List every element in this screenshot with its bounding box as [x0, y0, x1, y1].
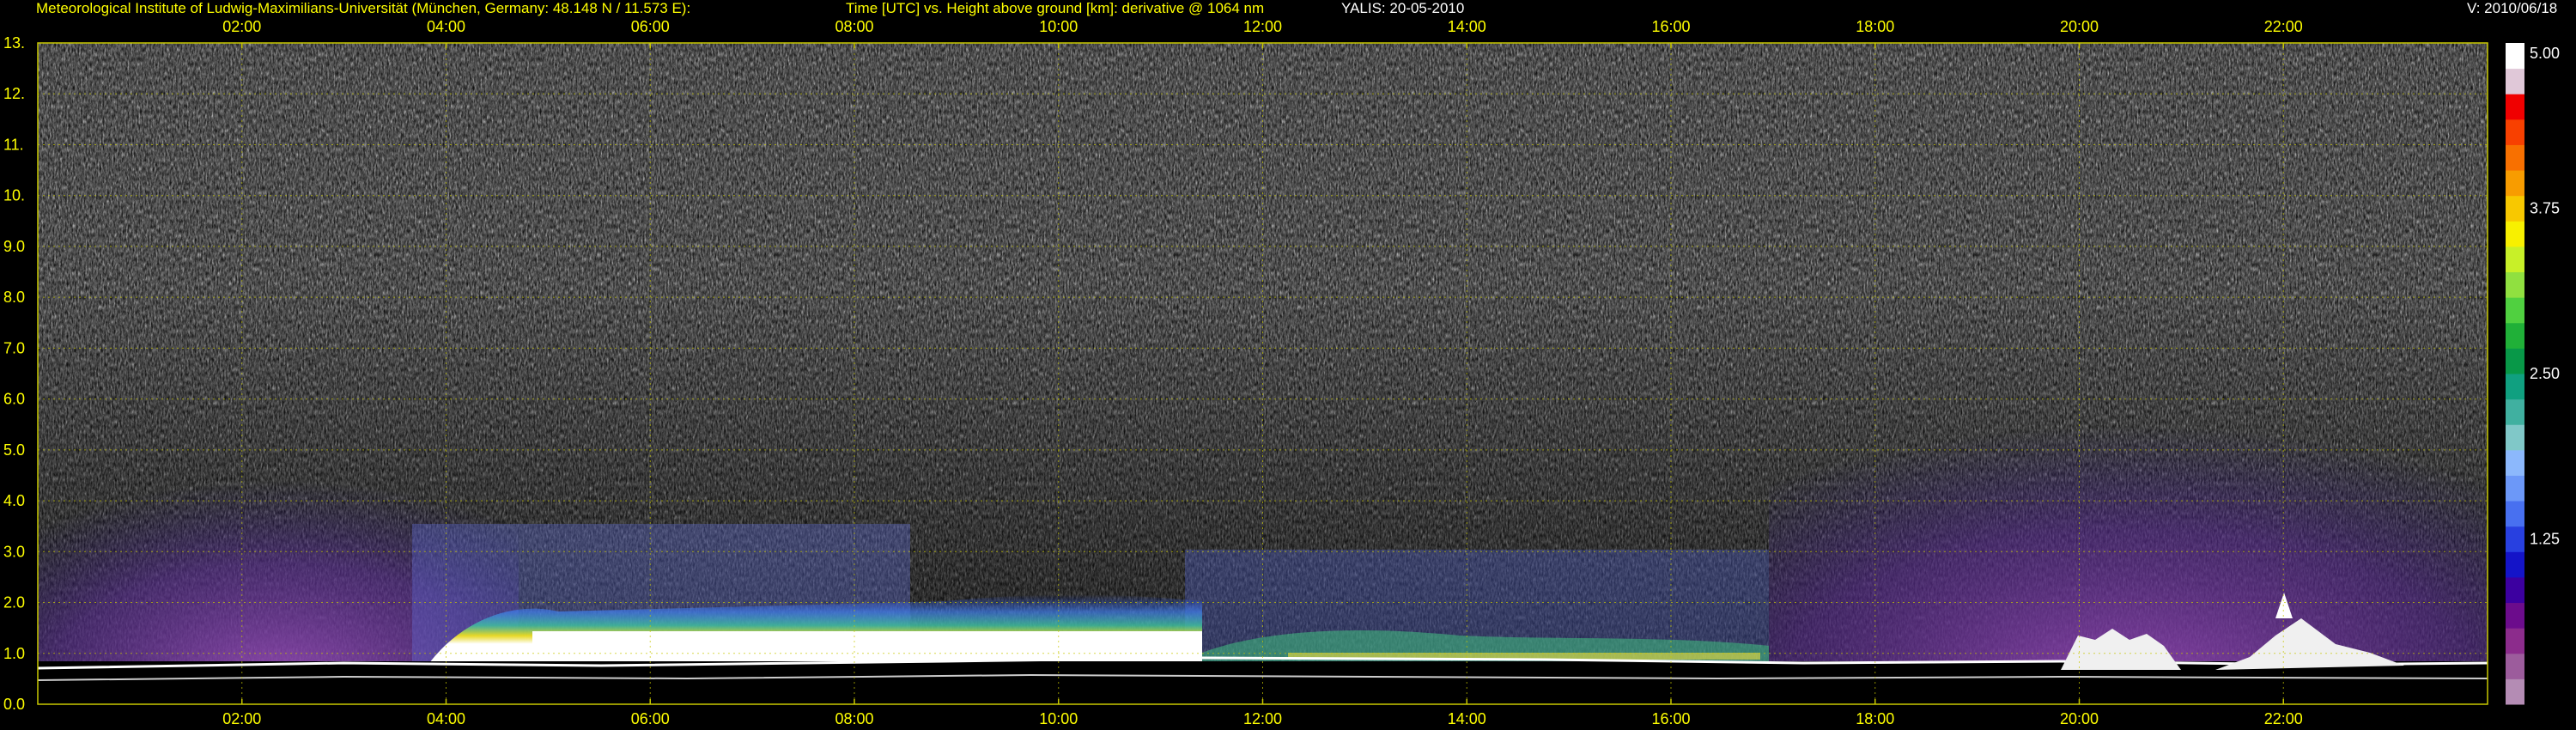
x-tick-label-bottom: 20:00 [2060, 710, 2099, 727]
colorbar-label: 3.75 [2530, 200, 2560, 217]
colorbar-cell [2506, 374, 2524, 400]
colorbar-label: 5.00 [2530, 45, 2560, 62]
y-axis: 0.0 1.0 2.0 3.0 4.0 5.0 6.0 7.0 8.0 9.0 10. 11. 12. 1… [3, 34, 25, 713]
colorbar-cell [2506, 271, 2524, 298]
colorbar-label: 2.50 [2530, 365, 2560, 382]
colorbar-cell [2506, 94, 2524, 120]
colorbar-cell [2506, 475, 2524, 502]
y-tick-label: 3.0 [3, 543, 25, 560]
x-tick-label-bottom: 18:00 [1856, 710, 1894, 727]
x-tick-label-bottom: 10:00 [1039, 710, 1078, 727]
colorbar [2506, 43, 2524, 705]
x-tick-label-top: 16:00 [1651, 18, 1690, 35]
colorbar-cell [2506, 68, 2524, 94]
y-tick-label: 13. [3, 34, 25, 52]
colorbar-cell [2506, 576, 2524, 604]
colorbar-cell [2506, 501, 2524, 527]
colorbar-cell [2506, 653, 2524, 679]
x-tick-label-top: 22:00 [2264, 18, 2303, 35]
x-tick-label-top: 02:00 [222, 18, 261, 35]
x-tick-label-bottom: 14:00 [1448, 710, 1486, 727]
x-tick-label-top: 18:00 [1856, 18, 1894, 35]
colorbar-cell [2506, 424, 2524, 451]
colorbar-cell [2506, 398, 2524, 425]
colorbar-cell [2506, 348, 2524, 374]
x-tick-label-bottom: 12:00 [1243, 710, 1282, 727]
x-tick-label-top: 06:00 [631, 18, 670, 35]
colorbar-cell [2506, 322, 2524, 349]
x-tick-label-top: 14:00 [1448, 18, 1486, 35]
y-tick-label: 4.0 [3, 492, 25, 509]
y-tick-label: 6.0 [3, 391, 25, 408]
colorbar-cell [2506, 43, 2524, 70]
x-tick-label-bottom: 08:00 [835, 710, 873, 727]
colorbar-cell [2506, 297, 2524, 324]
colorbar-label: 1.25 [2530, 531, 2560, 548]
y-tick-label: 11. [3, 136, 24, 153]
x-tick-label-top: 04:00 [427, 18, 465, 35]
x-tick-label-bottom: 06:00 [631, 710, 670, 727]
x-tick-label-bottom: 22:00 [2264, 710, 2303, 727]
x-tick-label-bottom: 02:00 [222, 710, 261, 727]
x-tick-label-top: 20:00 [2060, 18, 2099, 35]
colorbar-cell [2506, 119, 2524, 145]
colorbar-cell [2506, 449, 2524, 476]
colorbar-cell [2506, 678, 2524, 705]
y-tick-label: 2.0 [3, 594, 25, 611]
x-tick-label-bottom: 16:00 [1651, 710, 1690, 727]
colorbar-cell [2506, 246, 2524, 273]
x-tick-label-top: 08:00 [835, 18, 873, 35]
y-tick-label: 0.0 [3, 696, 25, 713]
y-tick-label: 1.0 [3, 645, 25, 662]
x-tick-label-bottom: 04:00 [427, 710, 465, 727]
y-tick-label: 12. [3, 85, 25, 102]
y-tick-label: 9.0 [3, 238, 25, 255]
colorbar-cell [2506, 602, 2524, 629]
x-tick-label-top: 10:00 [1039, 18, 1078, 35]
colorbar-cell [2506, 526, 2524, 552]
colorbar-cell [2506, 144, 2524, 171]
lidar-heatmap-chart: 02:00 04:00 06:00 08:00 10:00 12:00 14:00 16:00… [3, 18, 2560, 727]
colorbar-cell [2506, 221, 2524, 247]
colorbar-cell [2506, 628, 2524, 654]
x-tick-label-top: 12:00 [1243, 18, 1282, 35]
y-tick-label: 5.0 [3, 441, 25, 459]
y-tick-label: 7.0 [3, 339, 25, 356]
colorbar-cell [2506, 170, 2524, 197]
colorbar-labels: 5.00 3.75 2.50 1.25 [2530, 45, 2560, 548]
colorbar-cell [2506, 195, 2524, 222]
y-tick-label: 8.0 [3, 289, 25, 306]
colorbar-cell [2506, 551, 2524, 578]
y-tick-label: 10. [3, 187, 25, 204]
